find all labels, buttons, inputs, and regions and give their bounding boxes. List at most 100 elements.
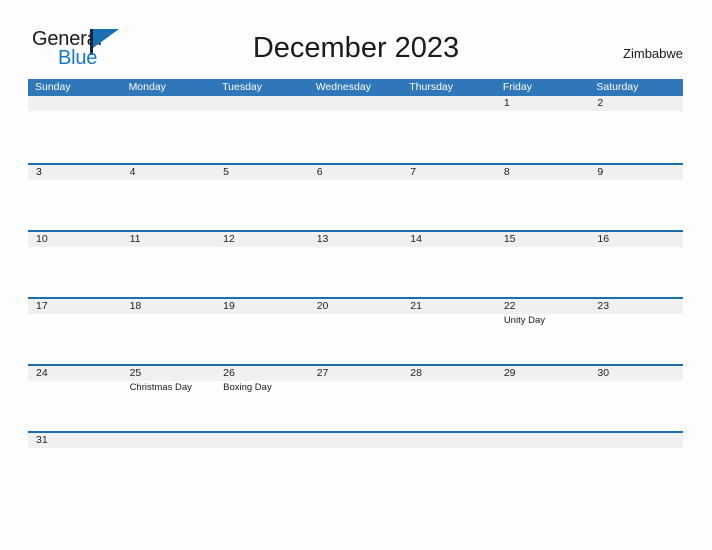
calendar-day-cell[interactable]: 7 xyxy=(402,165,496,230)
calendar-day-cell[interactable]: 21 xyxy=(402,299,496,364)
calendar-cell-empty xyxy=(589,433,683,498)
day-number: 30 xyxy=(597,367,610,379)
week-cells: 3 4 5 6 7 8 9 xyxy=(28,165,683,230)
page-header: General Blue December 2023 Zimbabwe xyxy=(0,0,712,78)
calendar-day-cell[interactable]: 11 xyxy=(122,232,216,297)
holiday-event-label: Boxing Day xyxy=(223,382,272,393)
week-cells: 17 18 19 20 21 22 Unity Day 23 xyxy=(28,299,683,364)
calendar-week-row: 12 xyxy=(28,96,683,163)
calendar-page: General Blue December 2023 Zimbabwe Sund… xyxy=(0,0,712,550)
week-cells: 24 25 Christmas Day 26 Boxing Day 27 28 29 30 xyxy=(28,366,683,431)
day-number: 22 xyxy=(503,300,516,312)
day-number: 8 xyxy=(503,166,510,178)
calendar-week-row: 17 18 19 20 21 22 Unity Day 23 xyxy=(28,297,683,364)
calendar-day-cell[interactable]: 10 xyxy=(28,232,122,297)
calendar-day-cell[interactable]: 15 xyxy=(496,232,590,297)
calendar-day-cell[interactable]: 20 xyxy=(309,299,403,364)
day-number: 4 xyxy=(129,166,136,178)
calendar-day-cell[interactable]: 3 xyxy=(28,165,122,230)
week-cells: 10 11 12 13 14 15 16 xyxy=(28,232,683,297)
calendar-cell-empty xyxy=(215,433,309,498)
day-of-week-header-monday: Monday xyxy=(128,81,166,93)
calendar-table: Sunday Monday Tuesday Wednesday Thursday Frid… xyxy=(28,79,683,498)
day-of-week-header-tuesday: Tuesday xyxy=(222,81,263,93)
holiday-event-label: Unity Day xyxy=(503,315,545,326)
calendar-cell-empty xyxy=(122,433,216,498)
calendar-weeks-container: 1 2 3 4 5 6 7 8 9 10 11 12 13 14 15 16 17 18 19 20 21 22 Unity… xyxy=(28,96,683,498)
calendar-cell-empty xyxy=(122,96,216,161)
calendar-day-cell[interactable]: 28 xyxy=(402,366,496,431)
day-number: 24 xyxy=(36,367,48,379)
calendar-week-row: 31 xyxy=(28,431,683,498)
day-number: 14 xyxy=(410,233,422,245)
calendar-day-cell[interactable]: 4 xyxy=(122,165,216,230)
day-of-week-header-saturday: Saturday xyxy=(596,81,639,93)
calendar-week-row: 24 25 Christmas Day 26 Boxing Day 27 28 29 30 xyxy=(28,364,683,431)
calendar-day-cell[interactable]: 17 xyxy=(28,299,122,364)
day-number: 13 xyxy=(316,233,329,245)
day-number: 28 xyxy=(410,367,422,379)
calendar-day-cell[interactable]: 18 xyxy=(122,299,216,364)
calendar-cell-empty xyxy=(402,433,496,498)
calendar-day-cell[interactable]: 2 xyxy=(589,96,683,161)
calendar-week-row: 10 11 12 13 14 15 16 xyxy=(28,230,683,297)
calendar-day-cell[interactable]: 5 xyxy=(215,165,309,230)
calendar-cell-empty xyxy=(28,96,122,161)
calendar-day-cell[interactable]: 14 xyxy=(402,232,496,297)
day-number: 7 xyxy=(410,166,417,178)
day-of-week-header-thursday: Thursday xyxy=(409,81,454,93)
day-number: 19 xyxy=(223,300,235,312)
calendar-day-cell[interactable]: 22 Unity Day xyxy=(496,299,590,364)
day-number: 23 xyxy=(597,300,610,312)
calendar-day-cell[interactable]: 26 Boxing Day xyxy=(215,366,309,431)
calendar-day-cell[interactable]: 1 xyxy=(496,96,590,161)
day-number: 26 xyxy=(223,367,235,379)
calendar-day-cell[interactable]: 13 xyxy=(309,232,403,297)
day-number: 10 xyxy=(36,233,48,245)
day-number: 17 xyxy=(36,300,48,312)
day-number: 20 xyxy=(316,300,329,312)
calendar-cell-empty xyxy=(402,96,496,161)
day-number: 27 xyxy=(316,367,329,379)
day-number: 31 xyxy=(36,434,48,446)
day-number: 25 xyxy=(129,367,142,379)
day-number: 15 xyxy=(503,233,516,245)
day-number: 3 xyxy=(36,166,42,178)
day-number: 5 xyxy=(223,166,229,178)
calendar-day-cell[interactable]: 24 xyxy=(28,366,122,431)
calendar-day-cell[interactable]: 12 xyxy=(215,232,309,297)
day-of-week-header-sunday: Sunday xyxy=(35,81,71,93)
calendar-day-cell[interactable]: 27 xyxy=(309,366,403,431)
page-title: December 2023 xyxy=(252,32,460,64)
day-number: 21 xyxy=(410,300,422,312)
day-events: Christmas Day xyxy=(130,382,216,394)
calendar-day-cell[interactable]: 8 xyxy=(496,165,590,230)
day-events: Unity Day xyxy=(504,315,590,327)
holiday-event-label: Christmas Day xyxy=(129,382,192,393)
calendar-day-cell[interactable]: 19 xyxy=(215,299,309,364)
calendar-cell-empty xyxy=(496,433,590,498)
country-label: Zimbabwe xyxy=(623,46,683,61)
calendar-cell-empty xyxy=(309,96,403,161)
day-of-week-header-wednesday: Wednesday xyxy=(315,81,371,93)
calendar-day-cell[interactable]: 16 xyxy=(589,232,683,297)
day-number: 12 xyxy=(223,233,235,245)
day-of-week-header-row: Sunday Monday Tuesday Wednesday Thursday Frid… xyxy=(28,79,683,96)
day-number: 6 xyxy=(316,166,323,178)
calendar-day-cell[interactable]: 23 xyxy=(589,299,683,364)
calendar-cell-empty xyxy=(215,96,309,161)
calendar-day-cell[interactable]: 25 Christmas Day xyxy=(122,366,216,431)
day-number: 11 xyxy=(129,233,141,245)
day-number: 18 xyxy=(129,300,142,312)
calendar-day-cell[interactable]: 29 xyxy=(496,366,590,431)
week-cells: 31 xyxy=(28,433,683,498)
week-cells: 12 xyxy=(28,96,683,161)
calendar-day-cell[interactable]: 30 xyxy=(589,366,683,431)
day-number: 29 xyxy=(503,367,516,379)
day-of-week-header-friday: Friday xyxy=(502,81,532,93)
day-number: 2 xyxy=(597,97,604,109)
day-events: Boxing Day xyxy=(223,382,309,394)
calendar-day-cell[interactable]: 9 xyxy=(589,165,683,230)
calendar-day-cell[interactable]: 31 xyxy=(28,433,122,498)
calendar-day-cell[interactable]: 6 xyxy=(309,165,403,230)
